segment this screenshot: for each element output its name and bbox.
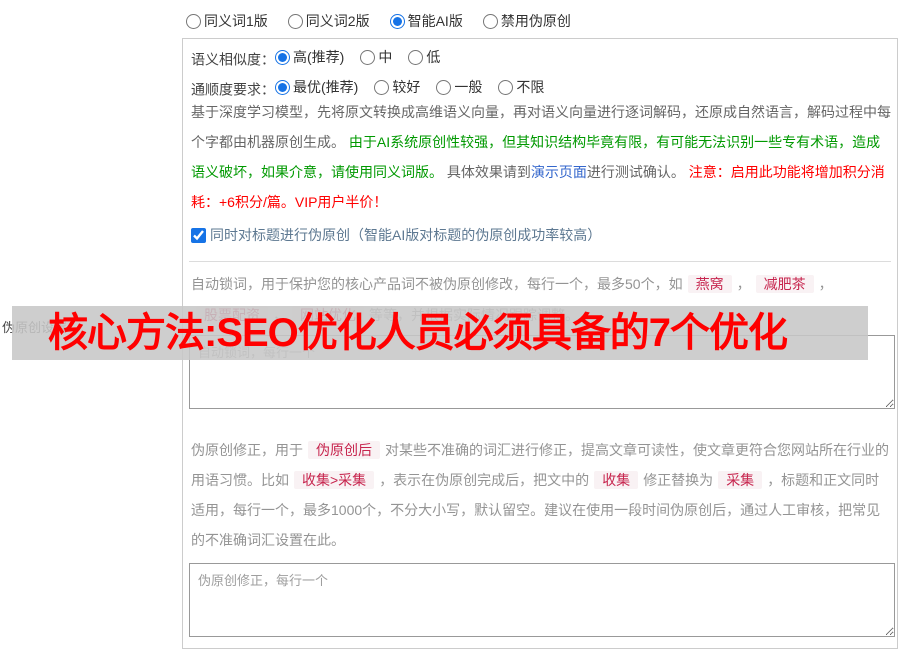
radio-option[interactable]: 高(推荐) xyxy=(275,47,344,67)
radio-option[interactable]: 中 xyxy=(360,47,392,67)
radio-label: 同义词2版 xyxy=(305,13,370,29)
radio-option[interactable]: 不限 xyxy=(498,77,544,97)
radio-label: 高(推荐) xyxy=(293,49,345,65)
radio-input[interactable] xyxy=(498,79,514,95)
fluency-options: 最优(推荐) 较好 一般 不限 xyxy=(275,79,560,98)
keyword-chip: 减肥茶 xyxy=(755,275,814,293)
text-segment: 修正替换为 xyxy=(643,472,714,488)
title-spin-checkbox[interactable] xyxy=(191,227,206,243)
radio-input[interactable] xyxy=(275,79,290,95)
spin-version-radio-group: 同义词1版 同义词2版 智能AI版 禁用伪原创 xyxy=(186,11,591,32)
radio-label: 较好 xyxy=(392,79,421,95)
radio-option[interactable]: 低 xyxy=(408,47,440,67)
demo-page-link[interactable]: 演示页面 xyxy=(531,164,587,180)
radio-label: 最优(推荐) xyxy=(293,79,359,95)
correction-textarea[interactable] xyxy=(189,563,895,637)
title-spin-checkbox-label: 同时对标题进行伪原创（智能AI版对标题的伪原创成功率较高） xyxy=(210,227,602,243)
radio-label: 智能AI版 xyxy=(407,13,463,29)
text-segment: 自动锁词，用于保护您的核心产品词不被伪原创修改，每行一个，最多50个，如 xyxy=(191,276,683,292)
radio-option[interactable]: 最优(推荐) xyxy=(275,77,358,97)
radio-input[interactable] xyxy=(275,49,290,65)
radio-label: 同义词1版 xyxy=(204,13,268,29)
text-segment: ，表示在伪原创完成后，把文中的 xyxy=(379,472,590,488)
keyword-chip: 伪原创后 xyxy=(308,441,380,459)
ai-version-description: 基于深度学习模型，先将原文转换成高维语义向量，再对语义向量进行逐词解码，还原成自… xyxy=(191,97,891,217)
radio-option[interactable]: 同义词1版 xyxy=(186,11,268,31)
radio-option[interactable]: 一般 xyxy=(436,77,482,97)
radio-option[interactable]: 智能AI版 xyxy=(389,11,463,31)
radio-input[interactable] xyxy=(360,49,376,65)
title-spin-checkbox-row[interactable]: 同时对标题进行伪原创（智能AI版对标题的伪原创成功率较高） xyxy=(191,225,601,245)
semantic-similarity-options: 高(推荐) 中 低 xyxy=(275,49,456,68)
watermark-banner: 核心方法:SEO优化人员必须具备的7个优化 xyxy=(12,306,868,360)
keyword-chip: 收集 xyxy=(594,471,639,489)
text-segment: ， xyxy=(736,276,751,292)
semantic-similarity-label: 语义相似度： xyxy=(191,51,275,68)
text-segment: 具体效果请到 xyxy=(446,164,531,180)
radio-label: 一般 xyxy=(454,79,483,95)
text-segment: 进行测试确认。 xyxy=(586,164,689,180)
radio-input[interactable] xyxy=(389,13,405,29)
keyword-chip: 燕窝 xyxy=(687,275,732,293)
pseudo-original-settings-page: 同义词1版 同义词2版 智能AI版 禁用伪原创 语义相似度： 高(推荐) 中 低 通顺度要求… xyxy=(0,0,911,658)
semantic-similarity-row: 语义相似度： 高(推荐) 中 低 xyxy=(191,47,456,70)
text-segment: ， xyxy=(818,276,833,292)
radio-input[interactable] xyxy=(436,79,452,95)
watermark-banner-text: 核心方法:SEO优化人员必须具备的7个优化 xyxy=(48,311,788,355)
radio-option[interactable]: 较好 xyxy=(374,77,420,97)
radio-input[interactable] xyxy=(186,13,201,29)
keyword-chip: 采集 xyxy=(718,471,763,489)
correction-description: 伪原创修正，用于 伪原创后 对某些不准确的词汇进行修正，提高文章可读性，使文章更符合… xyxy=(191,435,891,555)
fluency-label: 通顺度要求： xyxy=(191,81,275,98)
radio-option[interactable]: 禁用伪原创 xyxy=(482,11,571,31)
radio-option[interactable]: 同义词2版 xyxy=(287,11,370,31)
radio-input[interactable] xyxy=(374,79,390,95)
radio-input[interactable] xyxy=(408,49,424,65)
radio-label: 不限 xyxy=(516,79,545,95)
section-divider xyxy=(189,261,891,262)
radio-label: 禁用伪原创 xyxy=(500,13,571,29)
text-segment: 伪原创修正，用于 xyxy=(191,442,303,458)
keyword-chip: 收集>采集 xyxy=(294,471,375,489)
radio-label: 低 xyxy=(426,49,441,65)
radio-label: 中 xyxy=(378,49,393,65)
radio-input[interactable] xyxy=(287,13,303,29)
radio-input[interactable] xyxy=(482,13,498,29)
